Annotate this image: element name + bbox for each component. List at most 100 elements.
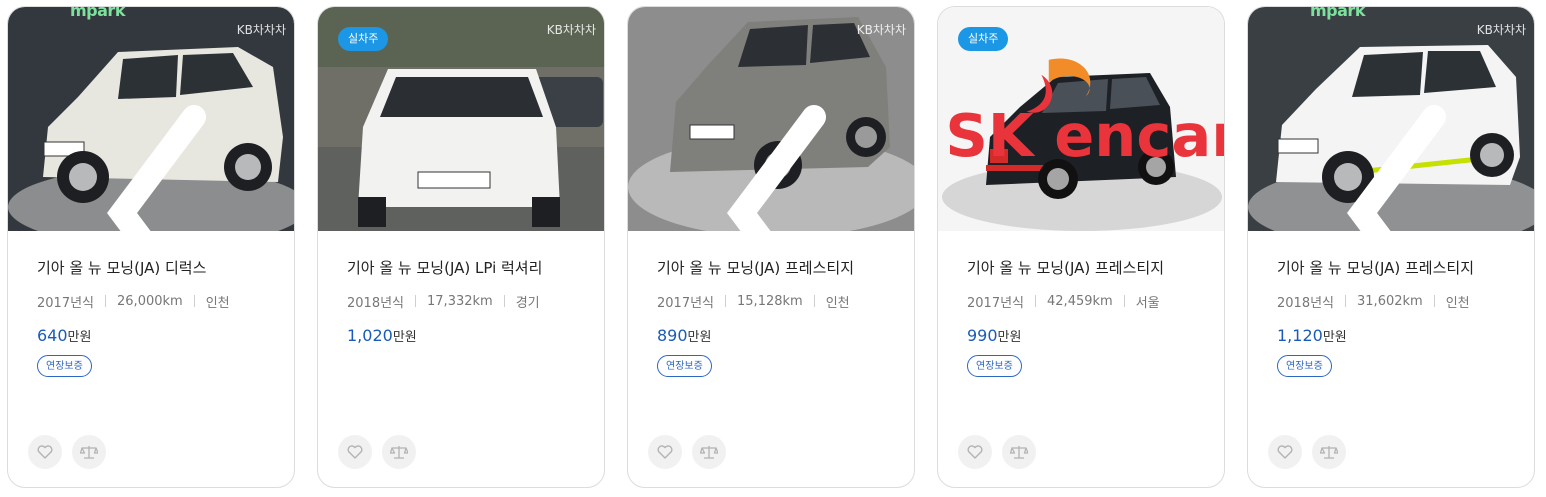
car-mileage: 17,332km bbox=[427, 293, 493, 309]
prev-photo-button[interactable] bbox=[10, 101, 206, 231]
price-value: 640 bbox=[37, 326, 68, 345]
divider bbox=[1433, 295, 1435, 307]
car-price: 890만원 bbox=[657, 325, 914, 347]
car-region: 경기 bbox=[515, 295, 540, 311]
car-title[interactable]: 기아 올 뉴 모닝(JA) 프레스티지 bbox=[967, 258, 1224, 278]
price-value: 890 bbox=[657, 326, 688, 345]
like-button[interactable] bbox=[1268, 435, 1302, 469]
mpark-watermark: mpark bbox=[70, 7, 125, 20]
warranty-tag: 연장보증 bbox=[657, 355, 712, 377]
car-meta: 2017년식 42,459km 서울 bbox=[967, 292, 1224, 311]
price-value: 1,120 bbox=[1277, 326, 1323, 345]
next-photo-button[interactable] bbox=[268, 101, 292, 135]
scale-icon bbox=[80, 446, 98, 459]
car-photo[interactable]: mpark KB차차차 bbox=[8, 7, 294, 231]
divider bbox=[503, 295, 505, 307]
next-photo-button[interactable] bbox=[1508, 101, 1532, 135]
price-unit: 만원 bbox=[67, 330, 92, 345]
car-region: 인천 bbox=[205, 295, 230, 311]
car-photo[interactable]: 실차주 SK encar bbox=[938, 7, 1224, 231]
chevron-right-icon bbox=[888, 101, 914, 231]
scale-icon bbox=[700, 446, 718, 459]
next-photo-button[interactable] bbox=[888, 101, 912, 135]
price-unit: 만원 bbox=[687, 330, 712, 345]
car-region: 인천 bbox=[1445, 295, 1470, 311]
car-year: 2017년식 bbox=[967, 295, 1025, 311]
car-title[interactable]: 기아 올 뉴 모닝(JA) LPi 럭셔리 bbox=[347, 258, 604, 278]
compare-button[interactable] bbox=[692, 435, 726, 469]
card-actions bbox=[958, 435, 1036, 469]
car-meta: 2018년식 17,332km 경기 bbox=[347, 292, 604, 311]
scale-icon bbox=[1010, 446, 1028, 459]
car-meta: 2017년식 15,128km 인천 bbox=[657, 292, 914, 311]
owner-verified-badge: 실차주 bbox=[338, 27, 389, 51]
price-value: 1,020 bbox=[347, 326, 393, 345]
heart-icon bbox=[967, 445, 983, 459]
car-price: 1,120만원 bbox=[1277, 325, 1534, 347]
heart-icon bbox=[347, 445, 363, 459]
price-value: 990 bbox=[967, 326, 998, 345]
car-region: 인천 bbox=[825, 295, 850, 311]
chevron-right-icon bbox=[1508, 101, 1534, 231]
divider bbox=[193, 295, 195, 307]
like-button[interactable] bbox=[648, 435, 682, 469]
card-actions bbox=[1268, 435, 1346, 469]
car-card[interactable]: mpark KB차차차 기아 올 뉴 모닝(JA) 프레스티지 2018년식 3… bbox=[1247, 6, 1535, 488]
car-year: 2017년식 bbox=[37, 295, 95, 311]
chevron-left-icon bbox=[727, 105, 826, 231]
heart-icon bbox=[1277, 445, 1293, 459]
car-photo[interactable]: KB차차차 bbox=[628, 7, 914, 231]
price-unit: 만원 bbox=[997, 330, 1022, 345]
warranty-tag: 연장보증 bbox=[37, 355, 92, 377]
car-mileage: 26,000km bbox=[117, 293, 183, 309]
car-price: 1,020만원 bbox=[347, 325, 604, 347]
divider bbox=[1123, 295, 1125, 307]
car-year: 2018년식 bbox=[1277, 295, 1335, 311]
car-price: 640만원 bbox=[37, 325, 294, 347]
compare-button[interactable] bbox=[1312, 435, 1346, 469]
like-button[interactable] bbox=[338, 435, 372, 469]
divider bbox=[725, 295, 727, 307]
car-title[interactable]: 기아 올 뉴 모닝(JA) 프레스티지 bbox=[657, 258, 914, 278]
car-price: 990만원 bbox=[967, 325, 1224, 347]
car-card[interactable]: 실차주 KB차차차 기아 올 뉴 모닝(JA) LPi 럭셔리 2018년식 1… bbox=[317, 6, 605, 488]
compare-button[interactable] bbox=[1002, 435, 1036, 469]
warranty-tag: 연장보증 bbox=[1277, 355, 1332, 377]
divider bbox=[1035, 295, 1037, 307]
car-title[interactable]: 기아 올 뉴 모닝(JA) 디럭스 bbox=[37, 258, 294, 278]
prev-photo-button[interactable] bbox=[1250, 101, 1446, 231]
car-card[interactable]: 실차주 SK encar 기아 올 뉴 모닝(JA) 프레스티지 2017년식 … bbox=[937, 6, 1225, 488]
car-year: 2017년식 bbox=[657, 295, 715, 311]
car-listing-row: mpark KB차차차 기아 올 뉴 모닝(JA) 디럭스 2017년식 26,… bbox=[0, 0, 1546, 497]
car-title[interactable]: 기아 올 뉴 모닝(JA) 프레스티지 bbox=[1277, 258, 1534, 278]
divider bbox=[105, 295, 107, 307]
warranty-tag: 연장보증 bbox=[967, 355, 1022, 377]
mpark-watermark: mpark bbox=[1310, 7, 1365, 20]
car-mileage: 42,459km bbox=[1047, 293, 1113, 309]
car-photo[interactable]: mpark KB차차차 bbox=[1248, 7, 1534, 231]
card-actions bbox=[338, 435, 416, 469]
kb-watermark: KB차차차 bbox=[856, 23, 906, 37]
scale-icon bbox=[390, 446, 408, 459]
divider bbox=[813, 295, 815, 307]
car-card[interactable]: mpark KB차차차 기아 올 뉴 모닝(JA) 디럭스 2017년식 26,… bbox=[7, 6, 295, 488]
like-button[interactable] bbox=[28, 435, 62, 469]
chevron-left-icon bbox=[1347, 105, 1446, 231]
kb-watermark: KB차차차 bbox=[1476, 23, 1526, 37]
car-mileage: 15,128km bbox=[737, 293, 803, 309]
kb-watermark: KB차차차 bbox=[546, 23, 596, 37]
car-photo[interactable]: 실차주 KB차차차 bbox=[318, 7, 604, 231]
compare-button[interactable] bbox=[72, 435, 106, 469]
car-card[interactable]: KB차차차 기아 올 뉴 모닝(JA) 프레스티지 2017년식 15,128k… bbox=[627, 6, 915, 488]
prev-photo-button[interactable] bbox=[630, 101, 826, 231]
compare-button[interactable] bbox=[382, 435, 416, 469]
price-unit: 만원 bbox=[392, 330, 417, 345]
sk-encar-logo: SK encar bbox=[945, 58, 1224, 170]
heart-icon bbox=[37, 445, 53, 459]
like-button[interactable] bbox=[958, 435, 992, 469]
scale-icon bbox=[1320, 446, 1338, 459]
price-unit: 만원 bbox=[1322, 330, 1347, 345]
chevron-right-icon bbox=[268, 101, 294, 231]
divider bbox=[1345, 295, 1347, 307]
sk-encar-text: SK encar bbox=[945, 101, 1224, 170]
